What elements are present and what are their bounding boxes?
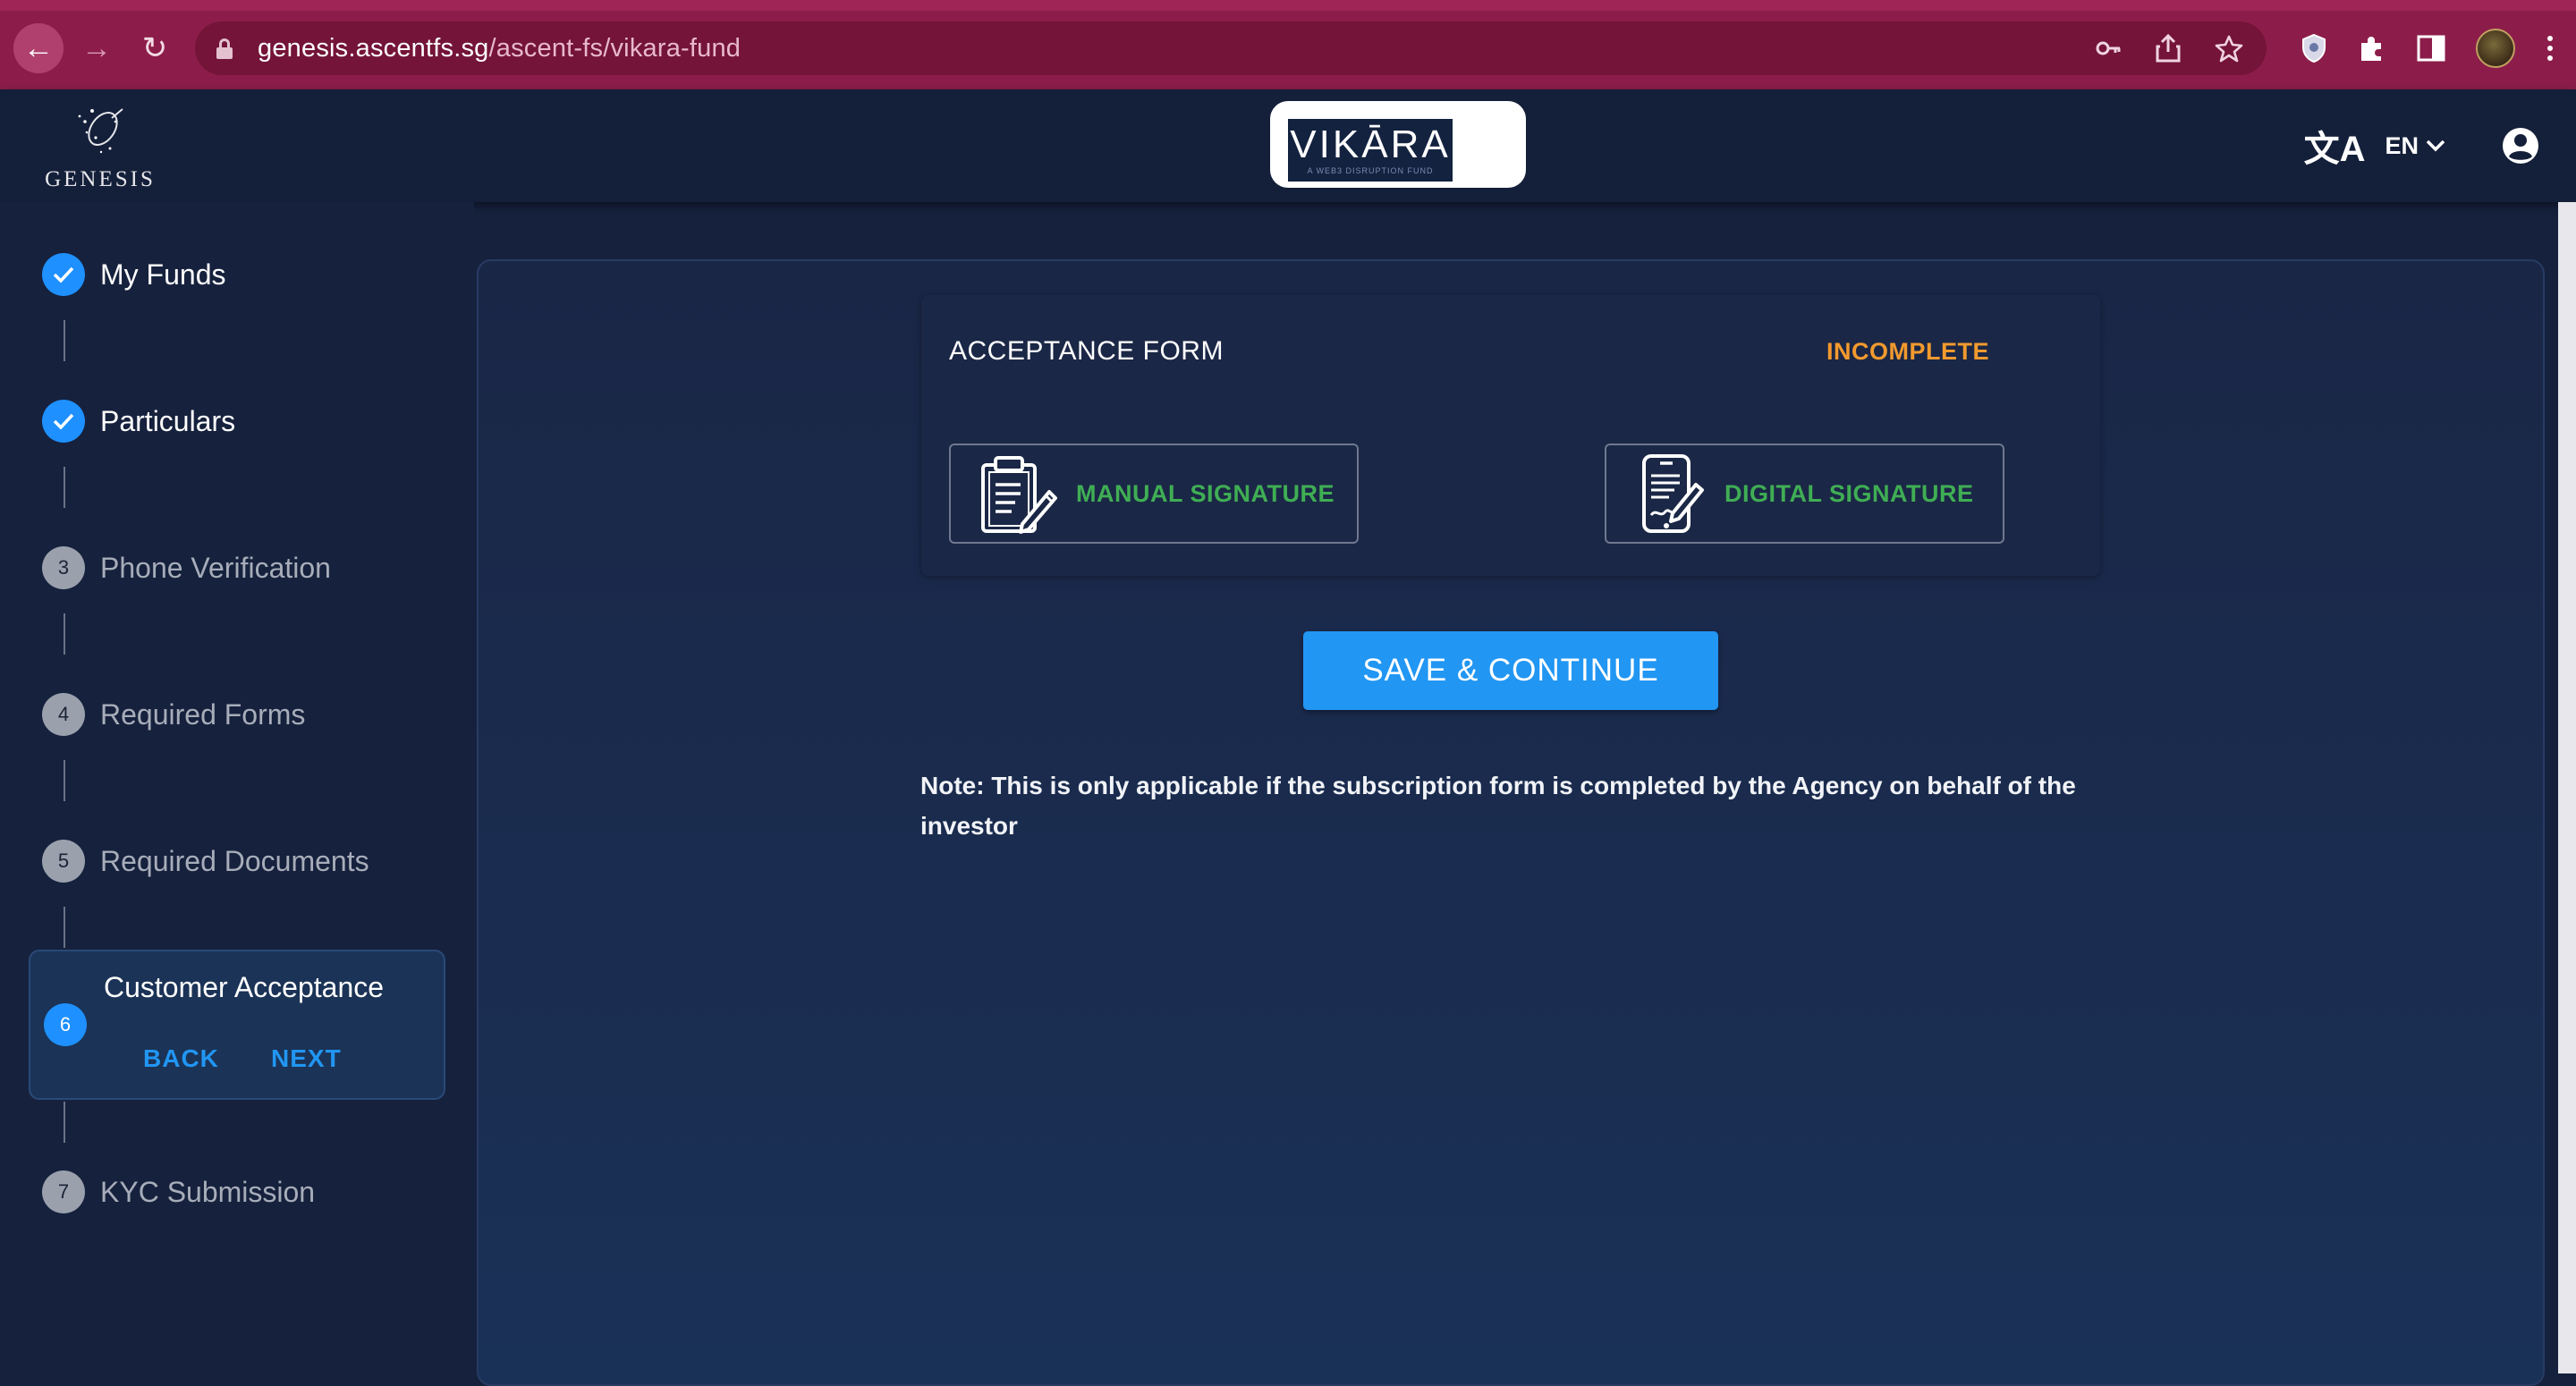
digital-signature-button[interactable]: DIGITAL SIGNATURE bbox=[1605, 444, 2004, 544]
manual-signature-button[interactable]: MANUAL SIGNATURE bbox=[949, 444, 1359, 544]
more-menu-icon[interactable] bbox=[2546, 34, 2555, 63]
step-connector bbox=[64, 467, 65, 508]
page-scrollbar[interactable] bbox=[2558, 202, 2576, 1373]
step-number: 4 bbox=[42, 693, 85, 736]
app-header: GENESIS VIKĀRA A WEB3 DISRUPTION FUND 文A… bbox=[0, 89, 2576, 202]
address-bar[interactable]: genesis.ascentfs.sg/ascent-fs/vikara-fun… bbox=[195, 21, 2267, 75]
genesis-constellation-icon bbox=[78, 108, 123, 154]
shield-extension-icon[interactable] bbox=[2301, 33, 2327, 63]
step-label: My Funds bbox=[100, 258, 226, 291]
reload-icon[interactable]: ↻ bbox=[130, 23, 180, 73]
fund-logo-text: VIKĀRA bbox=[1290, 123, 1451, 166]
brand-name: GENESIS bbox=[45, 167, 156, 191]
url-text[interactable]: genesis.ascentfs.sg/ascent-fs/vikara-fun… bbox=[258, 34, 741, 63]
step-label: Phone Verification bbox=[100, 551, 331, 584]
step-connector bbox=[64, 320, 65, 361]
back-arrow-icon[interactable]: ← bbox=[13, 23, 64, 73]
share-icon[interactable] bbox=[2156, 34, 2181, 63]
step-connector bbox=[64, 760, 65, 801]
step-number: 5 bbox=[42, 840, 85, 883]
chevron-down-icon bbox=[2426, 139, 2445, 152]
fund-logo-tagline: A WEB3 DISRUPTION FUND bbox=[1307, 166, 1434, 175]
check-icon bbox=[42, 400, 85, 443]
status-badge: INCOMPLETE bbox=[1826, 338, 1989, 365]
browser-toolbar: ← → ↻ genesis.ascentfs.sg/ascent-fs/vika… bbox=[0, 0, 2576, 89]
acceptance-form-card: ACCEPTANCE FORM INCOMPLETE MANUAL SIGNAT… bbox=[921, 295, 2100, 576]
lock-icon[interactable] bbox=[216, 38, 233, 59]
translate-icon[interactable]: 文A bbox=[2304, 120, 2366, 172]
language-label: EN bbox=[2385, 131, 2419, 159]
account-circle-icon[interactable] bbox=[2501, 126, 2540, 165]
genesis-logo[interactable]: GENESIS bbox=[39, 102, 161, 192]
step-number: 3 bbox=[42, 546, 85, 589]
manual-signature-label: MANUAL SIGNATURE bbox=[1076, 479, 1335, 507]
step-kyc-submission[interactable]: 7 KYC Submission bbox=[42, 1170, 315, 1213]
step-label: Required Forms bbox=[100, 697, 306, 731]
back-button[interactable]: BACK bbox=[143, 1044, 219, 1073]
step-my-funds[interactable]: My Funds bbox=[42, 253, 225, 296]
form-title: ACCEPTANCE FORM bbox=[949, 336, 1224, 366]
profile-avatar[interactable] bbox=[2476, 29, 2515, 68]
step-number: 6 bbox=[44, 1003, 87, 1046]
url-path: /ascent-fs/vikara-fund bbox=[488, 33, 741, 63]
phone-signature-icon bbox=[1642, 454, 1704, 533]
save-and-continue-button[interactable]: SAVE & CONTINUE bbox=[1303, 631, 1718, 710]
step-required-forms[interactable]: 4 Required Forms bbox=[42, 693, 305, 736]
note-text: Note: This is only applicable if the sub… bbox=[920, 772, 2076, 840]
step-connector bbox=[64, 613, 65, 655]
step-required-documents[interactable]: 5 Required Documents bbox=[42, 840, 369, 883]
step-number: 7 bbox=[42, 1170, 85, 1213]
clipboard-pen-icon bbox=[981, 456, 1057, 534]
step-customer-acceptance: Customer Acceptance 6 BACK NEXT bbox=[29, 950, 445, 1100]
stepper-sidebar: My Funds Particulars 3 Phone Verificatio… bbox=[0, 202, 474, 1373]
bookmark-star-icon[interactable] bbox=[2215, 34, 2243, 63]
key-icon[interactable] bbox=[2095, 35, 2122, 62]
digital-signature-label: DIGITAL SIGNATURE bbox=[1724, 479, 1974, 507]
extensions-puzzle-icon[interactable] bbox=[2358, 34, 2386, 63]
side-panel-icon[interactable] bbox=[2417, 35, 2445, 62]
check-icon bbox=[42, 253, 85, 296]
step-connector bbox=[64, 1102, 65, 1143]
fund-logo-badge: VIKĀRA A WEB3 DISRUPTION FUND bbox=[1270, 101, 1526, 188]
forward-arrow-icon[interactable]: → bbox=[72, 23, 122, 73]
step-label: Customer Acceptance bbox=[104, 971, 385, 1003]
language-selector[interactable]: EN bbox=[2385, 132, 2445, 160]
url-domain: genesis.ascentfs.sg bbox=[258, 33, 489, 63]
step-connector bbox=[64, 907, 65, 948]
vikara-fund-logo: VIKĀRA A WEB3 DISRUPTION FUND bbox=[1288, 119, 1453, 182]
step-label: KYC Submission bbox=[100, 1175, 316, 1208]
step-phone-verification[interactable]: 3 Phone Verification bbox=[42, 546, 331, 589]
step-label: Required Documents bbox=[100, 844, 369, 877]
step-particulars[interactable]: Particulars bbox=[42, 400, 235, 443]
next-button[interactable]: NEXT bbox=[271, 1044, 342, 1073]
step-label: Particulars bbox=[100, 404, 236, 437]
